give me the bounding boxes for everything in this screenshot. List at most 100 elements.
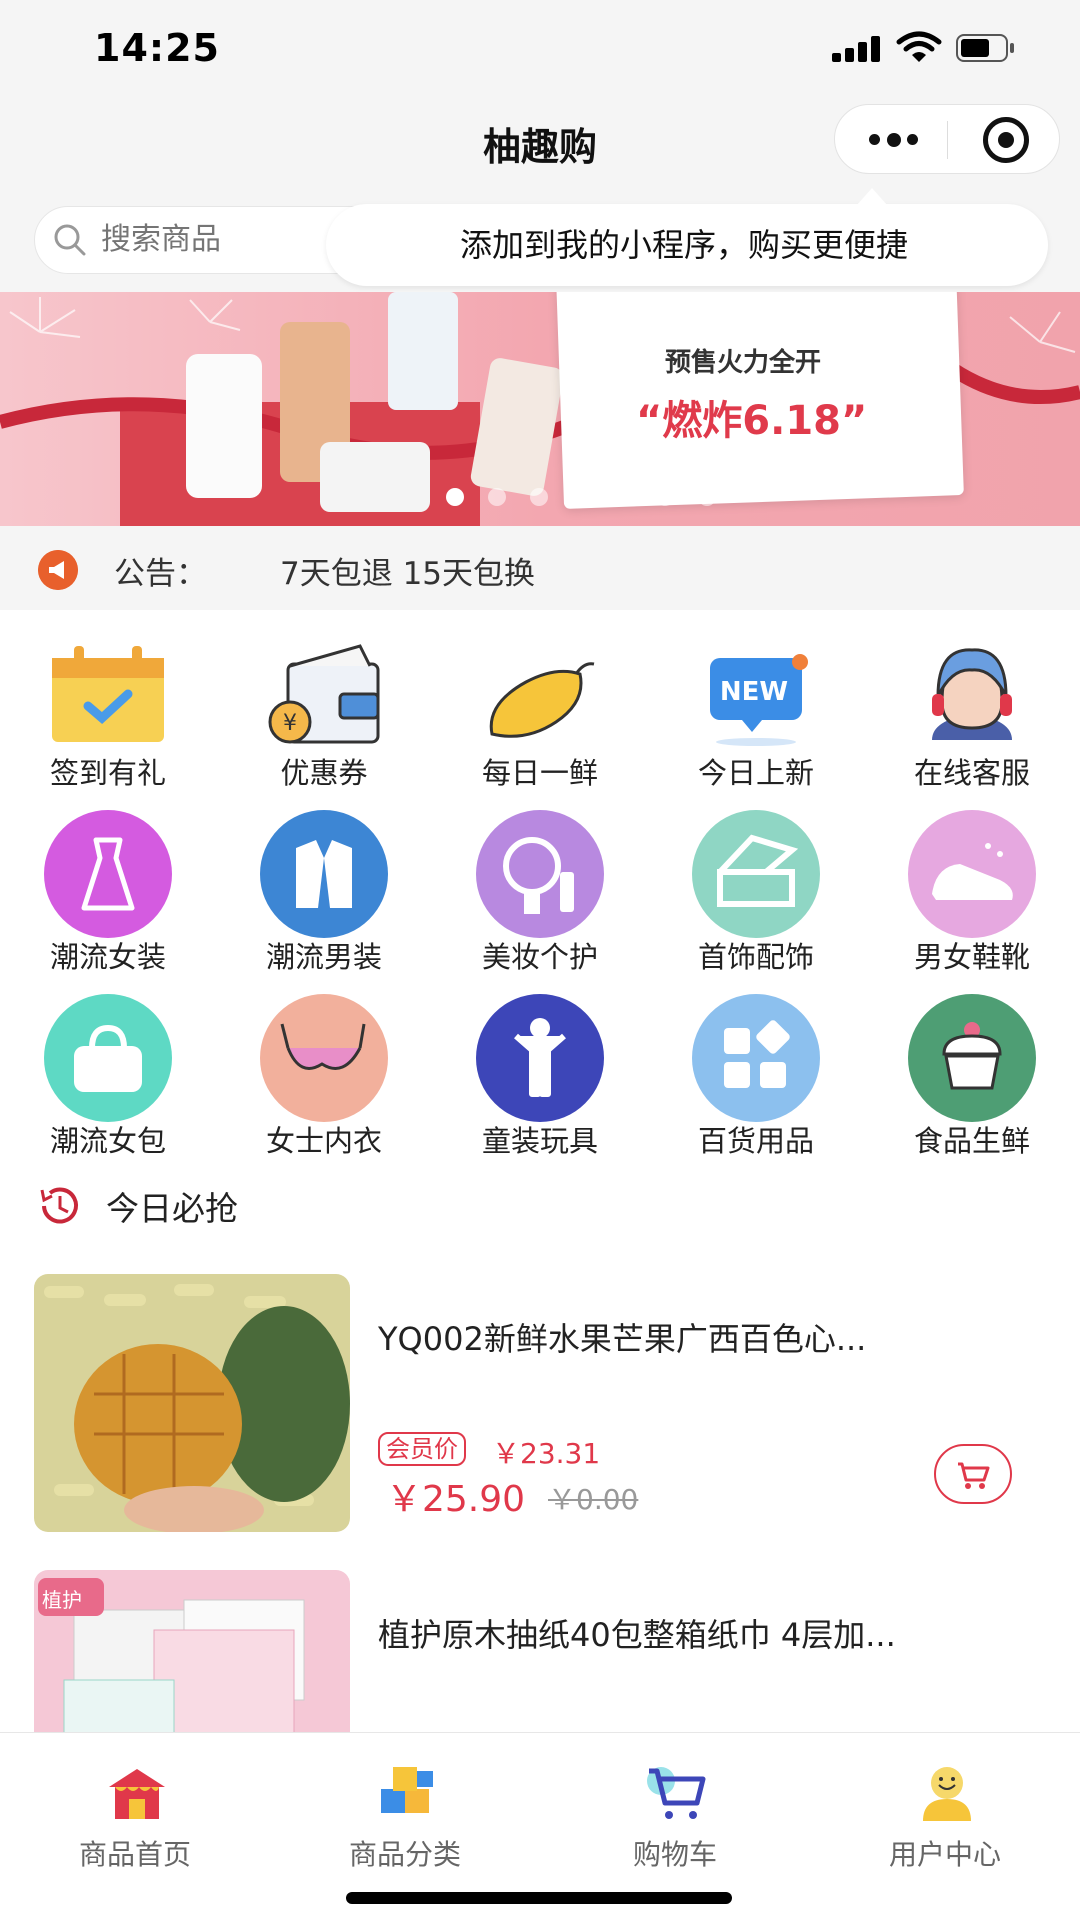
banner-dot[interactable] — [488, 488, 506, 506]
shoes-icon — [908, 810, 1036, 938]
grid-shapes-icon — [692, 994, 820, 1122]
category-shoes[interactable]: 男女鞋靴 — [864, 810, 1080, 980]
tab-label: 商品首页 — [78, 1838, 191, 1871]
notice-bar[interactable]: 公告： 7天包退 15天包换 — [0, 526, 1080, 610]
banner-headline: “燃炸6.18” — [636, 398, 868, 444]
banner-dot[interactable] — [698, 488, 716, 506]
clock-icon — [40, 1187, 78, 1224]
add-to-cart-button[interactable] — [934, 1444, 1012, 1504]
signal-icon — [832, 36, 882, 62]
bra-icon — [260, 994, 388, 1122]
product-title[interactable]: YQ002新鲜水果芒果广西百色心... — [378, 1314, 1018, 1360]
status-time: 14:25 — [94, 26, 220, 70]
cake-icon — [908, 994, 1036, 1122]
category-label: 今日上新 — [697, 756, 814, 790]
category-label: 签到有礼 — [49, 756, 166, 790]
banner-dot[interactable] — [446, 488, 464, 506]
banner-dot[interactable] — [614, 488, 632, 506]
banner-dot[interactable] — [530, 488, 548, 506]
category-womens-fashion[interactable]: 潮流女装 — [0, 810, 216, 980]
category-handbags[interactable]: 潮流女包 — [0, 994, 216, 1164]
handbag-icon — [44, 994, 172, 1122]
tab-home[interactable]: 商品首页 — [0, 1763, 270, 1873]
banner-dot[interactable] — [572, 488, 590, 506]
member-price-tag: 会员价 — [378, 1432, 466, 1466]
category-new-today[interactable]: NEW 今日上新 — [648, 626, 864, 796]
category-label: 男女鞋靴 — [913, 940, 1030, 974]
category-label: 潮流女装 — [49, 940, 166, 974]
promo-banner[interactable]: 预售火力全开 “燃炸6.18” — [0, 292, 1080, 526]
category-food-fresh[interactable]: 食品生鲜 — [864, 994, 1080, 1164]
category-general-goods[interactable]: 百货用品 — [648, 994, 864, 1164]
category-customer-service[interactable]: 在线客服 — [864, 626, 1080, 796]
close-miniprogram-icon[interactable] — [983, 117, 1029, 163]
product-image[interactable] — [34, 1274, 350, 1532]
capsule-divider — [947, 121, 948, 159]
product-card[interactable]: 植护 植护原木抽纸40包整箱纸巾 4层加... — [34, 1570, 1046, 1732]
headset-agent-icon — [932, 648, 1012, 740]
cart-icon — [958, 1462, 990, 1489]
svg-text:¥: ¥ — [283, 711, 297, 736]
category-label: 女士内衣 — [265, 1124, 382, 1158]
product-price: ￥25.90 — [386, 1479, 526, 1520]
new-badge-icon: NEW — [710, 654, 808, 746]
tab-label: 购物车 — [632, 1838, 717, 1871]
category-jewelry[interactable]: 首饰配饰 — [648, 810, 864, 980]
original-price: ￥0.00 — [548, 1483, 639, 1516]
miniprogram-capsule — [834, 104, 1060, 174]
tab-label: 用户中心 — [888, 1838, 1001, 1871]
category-label: 优惠券 — [280, 756, 368, 790]
category-label: 食品生鲜 — [913, 1124, 1030, 1158]
search-icon — [54, 224, 86, 256]
dress-icon — [44, 810, 172, 938]
category-label: 首饰配饰 — [697, 940, 814, 974]
mango-icon — [489, 662, 595, 738]
category-label: 潮流男装 — [265, 940, 382, 974]
product-card[interactable]: YQ002新鲜水果芒果广西百色心... 会员价 ￥23.31 ￥25.90 ￥0… — [34, 1274, 1046, 1534]
makeup-icon — [476, 810, 604, 938]
nav-bar: 柚趣购 — [0, 96, 1080, 188]
calendar-check-icon — [52, 646, 164, 742]
more-icon[interactable] — [869, 133, 919, 147]
category-label: 每日一鲜 — [481, 756, 598, 790]
battery-icon — [956, 34, 1014, 62]
category-sign-in[interactable]: 签到有礼 — [0, 626, 216, 796]
category-lingerie[interactable]: 女士内衣 — [216, 994, 432, 1164]
add-miniprogram-tooltip[interactable]: 添加到我的小程序，购买更便捷 — [326, 188, 1048, 286]
megaphone-icon — [38, 550, 78, 590]
notice-text: 7天包退 15天包换 — [280, 556, 536, 592]
cart-icon — [647, 1767, 706, 1819]
category-label: 童装玩具 — [481, 1124, 598, 1158]
category-mens-fashion[interactable]: 潮流男装 — [216, 810, 432, 980]
member-price: ￥23.31 — [492, 1437, 601, 1470]
wifi-icon — [896, 31, 942, 62]
svg-text:NEW: NEW — [720, 677, 788, 707]
section-title: 今日必抢 — [106, 1189, 238, 1228]
child-icon — [476, 994, 604, 1122]
category-label: 在线客服 — [913, 756, 1030, 790]
category-coupon[interactable]: ¥ 优惠券 — [216, 626, 432, 796]
tab-label: 商品分类 — [348, 1838, 461, 1871]
coupon-wallet-icon: ¥ — [268, 644, 380, 744]
product-badge: 植护 — [42, 1588, 82, 1612]
category-daily-fresh[interactable]: 每日一鲜 — [432, 626, 648, 796]
notice-label: 公告： — [114, 556, 207, 592]
jewelry-box-icon — [692, 810, 820, 938]
suit-icon — [260, 810, 388, 938]
tab-category[interactable]: 商品分类 — [270, 1763, 540, 1873]
product-title[interactable]: 植护原木抽纸40包整箱纸巾 4层加... — [378, 1610, 1018, 1656]
category-label: 百货用品 — [697, 1124, 814, 1158]
tab-cart[interactable]: 购物车 — [540, 1763, 810, 1873]
banner-subtitle: 预售火力全开 — [665, 348, 822, 378]
category-kids-toys[interactable]: 童装玩具 — [432, 994, 648, 1164]
home-shop-icon — [109, 1769, 165, 1819]
product-image[interactable]: 植护 — [34, 1570, 350, 1732]
tab-user[interactable]: 用户中心 — [810, 1763, 1080, 1873]
status-bar: 14:25 — [0, 0, 1080, 96]
search-area: 添加到我的小程序，购买更便捷 — [0, 188, 1080, 292]
category-label: 潮流女包 — [49, 1124, 166, 1158]
category-beauty[interactable]: 美妆个护 — [432, 810, 648, 980]
category-label: 美妆个护 — [481, 940, 598, 974]
banner-pagination — [446, 488, 740, 506]
banner-dot[interactable] — [656, 488, 674, 506]
